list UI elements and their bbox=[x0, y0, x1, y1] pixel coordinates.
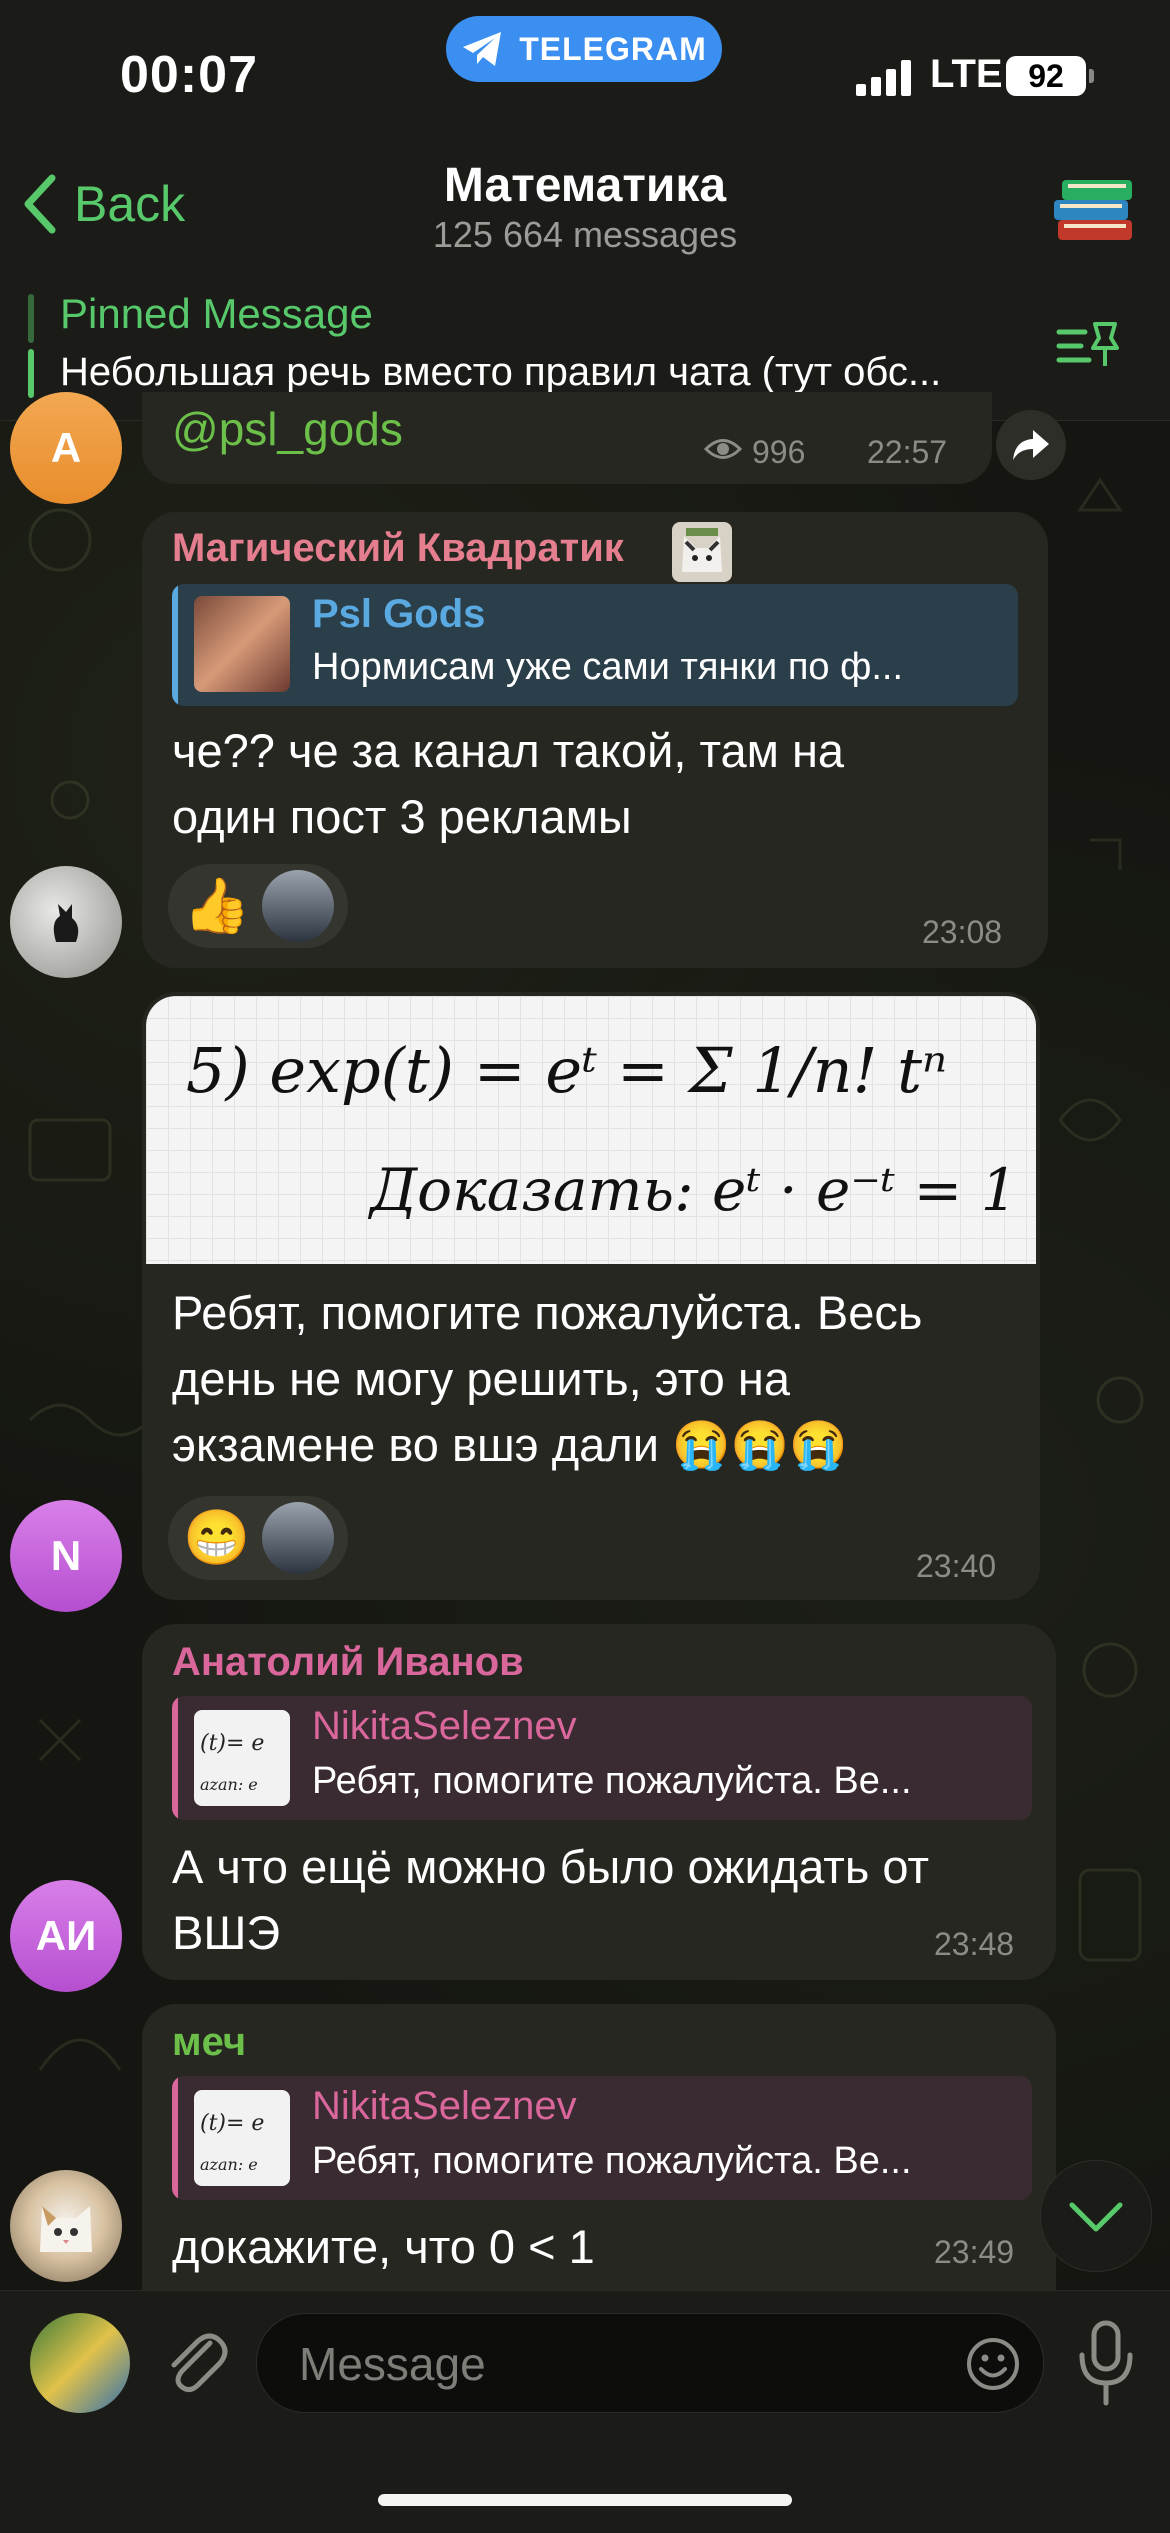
telegram-icon bbox=[463, 32, 502, 66]
share-icon bbox=[1013, 430, 1049, 460]
svg-text:azan: e: azan: e bbox=[200, 1775, 258, 1794]
reaction-chip[interactable]: 👍 bbox=[168, 864, 348, 948]
status-bar: 00:07 TELEGRAM LTE 92 bbox=[0, 0, 1170, 150]
message-text-line: день не могу решить, это на bbox=[172, 1352, 790, 1405]
avatar[interactable] bbox=[10, 866, 122, 978]
sender-name[interactable]: Магический Квадратик bbox=[172, 526, 624, 571]
pinned-indicator bbox=[28, 294, 34, 398]
photo-formula-line: 5) exp(t) = eᵗ = Σ 1/n! tⁿ bbox=[186, 1034, 948, 1107]
reply-text: Ребят, помогите пожалуйста. Ве... bbox=[312, 2140, 912, 2182]
telegram-return-pill[interactable]: TELEGRAM bbox=[446, 16, 722, 82]
share-button[interactable] bbox=[996, 410, 1066, 480]
reaction-chip[interactable]: 😁 bbox=[168, 1496, 348, 1580]
reply-preview[interactable]: (t)= e azan: e NikitaSeleznev Ребят, помо… bbox=[172, 1696, 1032, 1820]
photo-message-bubble[interactable]: 5) exp(t) = eᵗ = Σ 1/n! tⁿ Доказать: eᵗ … bbox=[142, 992, 1040, 1600]
reply-sender: NikitaSeleznev bbox=[312, 2084, 577, 2128]
message-text: А что ещё можно было ожидать от ВШЭ bbox=[172, 1834, 929, 1966]
telegram-pill-label: TELEGRAM bbox=[519, 30, 707, 67]
avatar[interactable]: A bbox=[10, 392, 122, 504]
reactor-avatar bbox=[262, 1502, 334, 1574]
reactor-avatar bbox=[262, 870, 334, 942]
pinned-text: Небольшая речь вместо правил чата (тут о… bbox=[60, 350, 942, 394]
clock: 00:07 bbox=[120, 46, 258, 104]
cat-silhouette-icon bbox=[53, 904, 79, 942]
message-text-line: докажите, что 0 < 1 bbox=[172, 2220, 595, 2273]
reply-thumbnail bbox=[194, 596, 290, 692]
reply-sender: NikitaSeleznev bbox=[312, 1704, 577, 1748]
photo-task-line: Доказать: eᵗ · e⁻ᵗ = 1 bbox=[370, 1156, 1018, 1224]
message-bubble[interactable]: меч (t)= e azan: e NikitaSeleznev Ребят, … bbox=[142, 2004, 1056, 2290]
reply-text: Нормисам уже сами тянки по ф... bbox=[312, 646, 904, 688]
math-photo[interactable]: 5) exp(t) = eᵗ = Σ 1/n! tⁿ Доказать: eᵗ … bbox=[146, 996, 1036, 1264]
scroll-down-icon bbox=[1069, 2202, 1123, 2232]
user-avatar[interactable] bbox=[30, 2313, 130, 2413]
message-bubble[interactable]: Магический Квадратик Psl Gods Нормисам у… bbox=[142, 512, 1048, 968]
pinned-label: Pinned Message bbox=[60, 290, 373, 337]
eye-icon bbox=[704, 439, 742, 459]
mic-icon[interactable] bbox=[1076, 2319, 1136, 2409]
message-field[interactable] bbox=[256, 2313, 1044, 2414]
attach-icon[interactable] bbox=[160, 2323, 230, 2403]
chat-header: Back Математика 125 664 messages bbox=[0, 150, 1170, 271]
network-type: LTE bbox=[930, 52, 1003, 96]
message-time: 22:57 bbox=[867, 434, 948, 470]
message-text-line: А что ещё можно было ожидать от bbox=[172, 1840, 930, 1893]
home-indicator[interactable] bbox=[378, 2494, 792, 2506]
message-input[interactable] bbox=[297, 2314, 901, 2414]
reply-text: Ребят, помогите пожалуйста. Ве... bbox=[312, 1760, 912, 1802]
message-text-line: один пост 3 рекламы bbox=[172, 790, 632, 843]
channel-username[interactable]: @psl_gods bbox=[172, 402, 403, 456]
cat-emoji-status bbox=[672, 522, 732, 582]
reply-thumbnail: (t)= e azan: e bbox=[194, 1710, 290, 1806]
view-count: 996 bbox=[752, 434, 806, 470]
message-time: 23:48 bbox=[934, 1926, 1015, 1962]
scroll-to-bottom-button[interactable] bbox=[1040, 2160, 1152, 2272]
signal-bars-icon bbox=[856, 60, 911, 96]
message-time: 23:40 bbox=[916, 1548, 997, 1584]
avatar[interactable] bbox=[10, 2170, 122, 2282]
avatar-letter: N bbox=[50, 1532, 82, 1579]
thumbs-up-reaction: 👍 bbox=[183, 875, 251, 936]
forwarded-post-bubble[interactable]: @psl_gods 996 22:57 bbox=[142, 392, 992, 484]
chat-title[interactable]: Математика bbox=[0, 158, 1170, 213]
message-bubble[interactable]: Анатолий Иванов (t)= e azan: e NikitaSele… bbox=[142, 1624, 1056, 1980]
message-text-line: Ребят, помогите пожалуйста. Весь bbox=[172, 1286, 923, 1339]
svg-text:azan: e: azan: e bbox=[200, 2155, 258, 2174]
kitten-icon bbox=[40, 2206, 92, 2252]
pin-list-icon[interactable] bbox=[1055, 318, 1121, 374]
reply-preview[interactable]: Psl Gods Нормисам уже сами тянки по ф... bbox=[172, 584, 1018, 706]
message-text-line: экзамене во вшэ дали 😭😭😭 bbox=[172, 1418, 848, 1471]
svg-text:(t)= e: (t)= e bbox=[200, 1731, 264, 1756]
reply-thumbnail: (t)= e azan: e bbox=[194, 2090, 290, 2186]
avatar-letter: АИ bbox=[35, 1912, 97, 1959]
sender-name[interactable]: меч bbox=[172, 2020, 246, 2065]
message-text-line: ВШЭ bbox=[172, 1906, 281, 1959]
message-count: 125 664 messages bbox=[432, 214, 738, 255]
message-text-line: че?? че за канал такой, там на bbox=[172, 724, 845, 777]
message-time: 23:49 bbox=[934, 2234, 1015, 2270]
svg-text:(t)= e: (t)= e bbox=[200, 2111, 264, 2136]
reply-sender: Psl Gods bbox=[312, 592, 486, 636]
avatar-letter: A bbox=[50, 424, 82, 471]
message-text: Ребят, помогите пожалуйста. Весь день не… bbox=[172, 1280, 922, 1478]
sticker-icon[interactable] bbox=[965, 2336, 1021, 2392]
message-time: 23:08 bbox=[922, 914, 1003, 950]
sender-name[interactable]: Анатолий Иванов bbox=[172, 1640, 524, 1685]
battery-icon: 92 bbox=[1006, 56, 1094, 96]
grin-reaction: 😁 bbox=[183, 1507, 251, 1568]
message-text: докажите, что 0 < 1 bbox=[172, 2214, 595, 2280]
reply-preview[interactable]: (t)= e azan: e NikitaSeleznev Ребят, помо… bbox=[172, 2076, 1032, 2200]
avatar[interactable]: N bbox=[10, 1500, 122, 1612]
books-icon[interactable] bbox=[1050, 164, 1140, 250]
avatar[interactable]: АИ bbox=[10, 1880, 122, 1992]
message-text: че?? че за канал такой, там на один пост… bbox=[172, 718, 844, 850]
